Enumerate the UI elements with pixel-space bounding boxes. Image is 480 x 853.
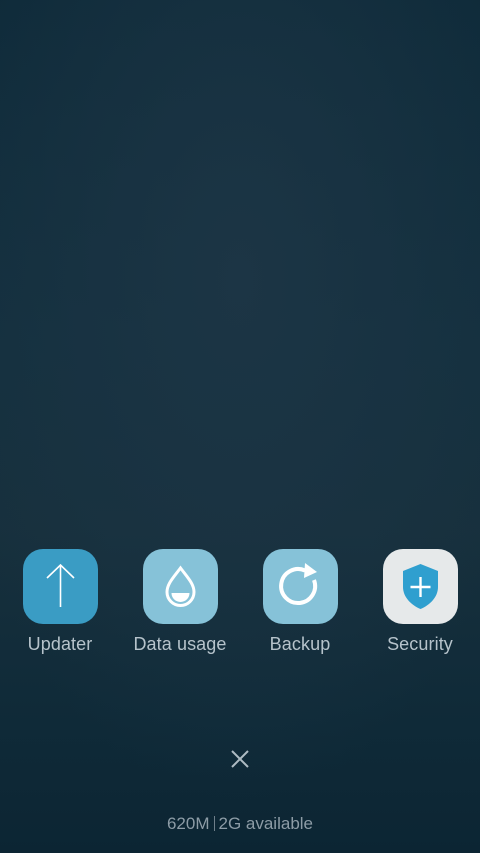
app-security[interactable]: Security [360, 549, 480, 655]
security-app-icon[interactable] [382, 549, 458, 624]
app-label-backup: Backup [269, 634, 331, 654]
close-all-button[interactable] [222, 741, 258, 777]
memory-status: 620M 2G available [0, 814, 480, 834]
updater-app-icon[interactable] [22, 549, 98, 624]
app-data-usage[interactable]: Data usage [120, 549, 240, 655]
data-usage-app-icon[interactable] [142, 549, 218, 624]
app-backup[interactable]: Backup [240, 549, 360, 655]
recent-apps-row: Updater Data usage Backup Security [0, 549, 480, 659]
app-label-data-usage: Data usage [133, 634, 227, 654]
app-label-updater: Updater [27, 634, 93, 654]
backup-app-icon[interactable] [262, 549, 338, 624]
shield-plus-icon [402, 564, 438, 609]
refresh-icon [278, 563, 317, 606]
app-updater[interactable]: Updater [0, 549, 120, 655]
app-label-security: Security [387, 634, 453, 654]
memory-available: 2G available [218, 814, 314, 833]
upload-arrow-icon [45, 563, 75, 607]
memory-used: 620M [166, 814, 210, 833]
close-icon [231, 750, 249, 768]
memory-divider [213, 816, 215, 831]
water-drop-icon [164, 565, 196, 607]
